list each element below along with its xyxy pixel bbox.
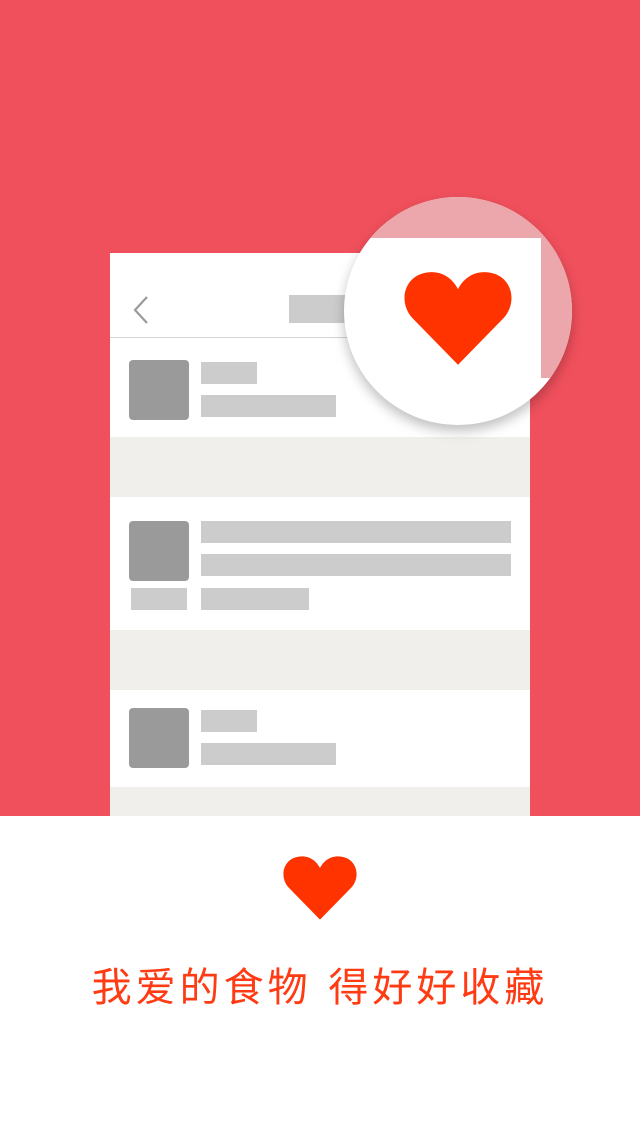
list-separator <box>110 787 530 816</box>
magnifier-circle <box>344 197 572 425</box>
text-line-placeholder <box>201 362 257 384</box>
thumbnail-placeholder <box>129 708 189 768</box>
tagline-text: 我爱的食物 得好好收藏 <box>91 965 549 1011</box>
text-line-placeholder <box>201 743 336 765</box>
text-line-placeholder <box>201 710 257 732</box>
thumbnail-placeholder <box>129 360 189 420</box>
text-line-placeholder <box>201 588 309 610</box>
list-separator <box>110 437 530 497</box>
text-line-placeholder <box>131 588 187 610</box>
list-item[interactable] <box>110 690 530 787</box>
text-line-placeholder <box>201 521 511 543</box>
heart-icon[interactable] <box>402 267 514 367</box>
hero-background <box>0 0 640 816</box>
magnified-edge <box>541 238 572 378</box>
list-item[interactable] <box>110 497 530 630</box>
list-separator <box>110 630 530 690</box>
chevron-left-icon[interactable] <box>130 295 154 325</box>
text-line-placeholder <box>201 554 511 576</box>
text-line-placeholder <box>201 395 336 417</box>
heart-icon <box>283 856 357 920</box>
thumbnail-placeholder <box>129 521 189 581</box>
magnified-navbar <box>364 197 572 238</box>
